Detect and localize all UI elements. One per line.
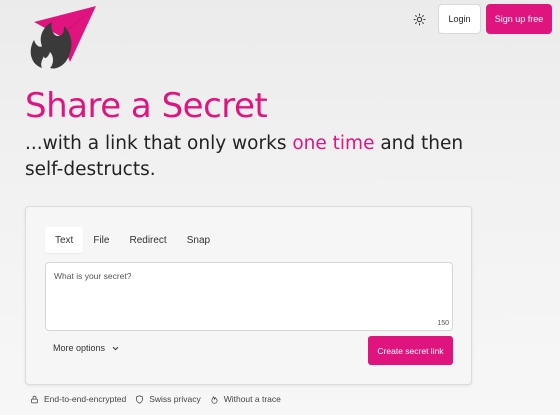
feature-list: End-to-end-encrypted Swiss privacy Witho… bbox=[30, 394, 281, 404]
theme-toggle-button[interactable] bbox=[407, 9, 431, 29]
more-options-toggle[interactable]: More options bbox=[53, 343, 120, 353]
chevron-down-icon bbox=[112, 346, 119, 350]
page-title: Share a Secret bbox=[25, 86, 268, 126]
more-options-label: More options bbox=[53, 343, 106, 353]
tab-redirect[interactable]: Redirect bbox=[119, 227, 176, 253]
feature-item: Swiss privacy bbox=[135, 394, 201, 404]
secret-input[interactable] bbox=[46, 263, 452, 330]
lock-icon bbox=[31, 395, 38, 403]
tab-text[interactable]: Text bbox=[45, 227, 84, 253]
shield-icon bbox=[136, 394, 144, 404]
subtitle-text: ...with a link that only works bbox=[25, 133, 293, 154]
subtitle-accent: one time bbox=[292, 133, 375, 154]
flame-icon bbox=[211, 395, 218, 404]
secret-input-container: 150 bbox=[45, 262, 453, 331]
sun-icon bbox=[413, 13, 425, 25]
signup-button[interactable]: Sign up free bbox=[486, 4, 552, 34]
secret-type-tabs: Text File Redirect Snap bbox=[45, 227, 220, 253]
feature-item: Without a trace bbox=[210, 394, 281, 404]
tab-file[interactable]: File bbox=[83, 227, 119, 253]
login-button[interactable]: Login bbox=[438, 4, 481, 34]
feature-label: Without a trace bbox=[223, 394, 281, 404]
secret-form-card: Text File Redirect Snap 150 More options… bbox=[25, 206, 472, 385]
feature-item: End-to-end-encrypted bbox=[30, 394, 126, 404]
tab-snap[interactable]: Snap bbox=[177, 227, 220, 253]
flame-paper-plane-logo[interactable] bbox=[24, 6, 100, 72]
feature-label: Swiss privacy bbox=[149, 394, 201, 404]
create-secret-link-button[interactable]: Create secret link bbox=[368, 336, 453, 365]
feature-label: End-to-end-encrypted bbox=[44, 394, 127, 404]
char-counter: 150 bbox=[437, 320, 449, 327]
page-subtitle: ...with a link that only works one time … bbox=[25, 131, 465, 183]
